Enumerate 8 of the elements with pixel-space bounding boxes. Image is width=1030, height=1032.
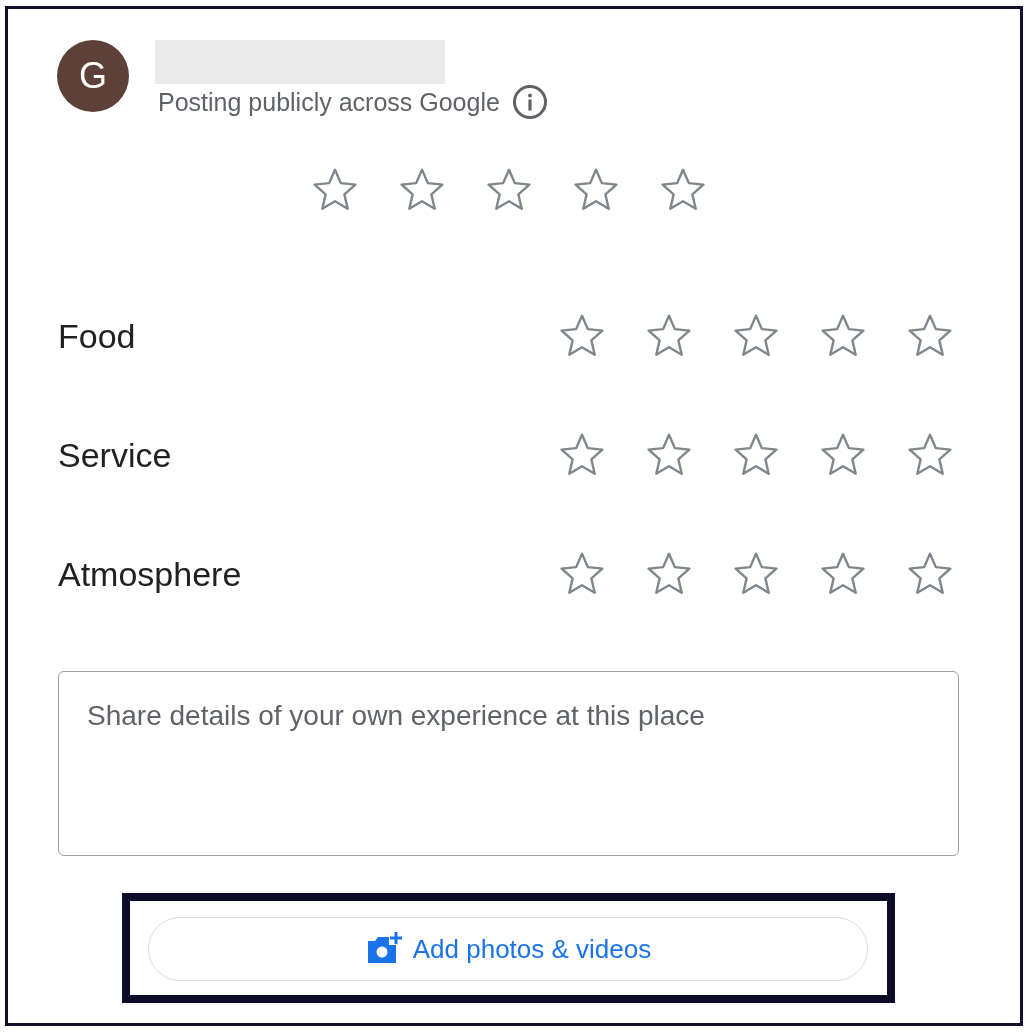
avatar: G <box>57 40 129 112</box>
category-label: Service <box>58 435 172 475</box>
category-label: Atmosphere <box>58 554 242 594</box>
category-label: Food <box>58 316 136 356</box>
review-field[interactable]: Share details of your own experience at this place <box>58 671 959 856</box>
add-photos-button[interactable]: Add photos & videos <box>148 917 868 981</box>
info-icon[interactable] <box>511 84 548 120</box>
posting-notice: Posting publicly across Google <box>157 87 500 117</box>
